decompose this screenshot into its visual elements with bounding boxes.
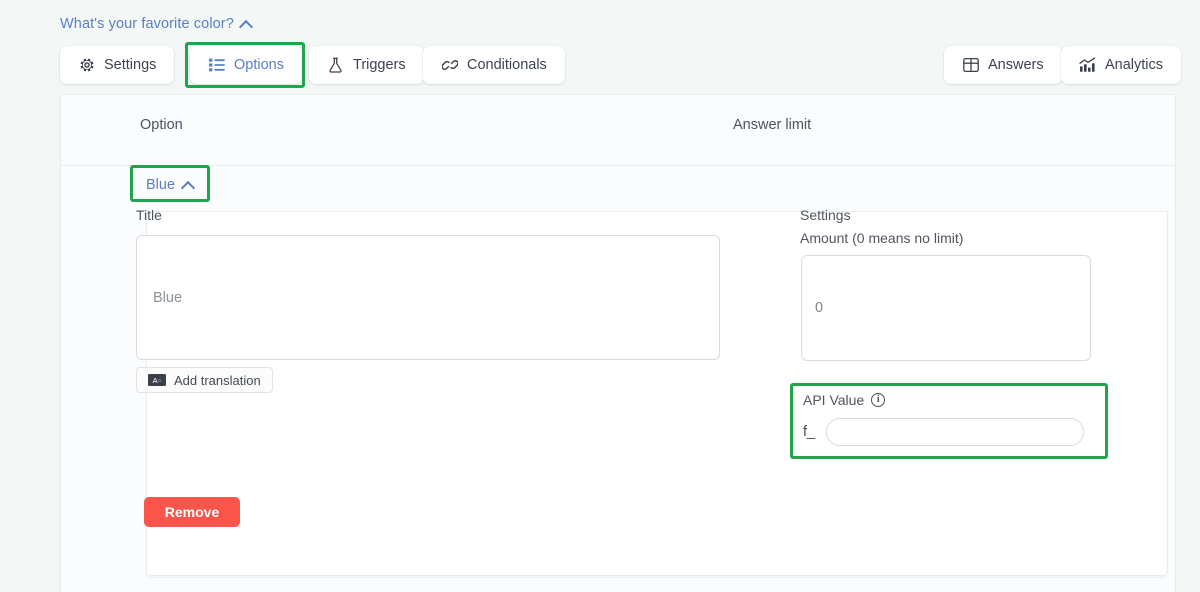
- api-value-label: API Value: [803, 392, 865, 408]
- api-value-input[interactable]: [826, 418, 1085, 446]
- tab-answers-label: Answers: [988, 57, 1044, 73]
- tab-bar: Settings Options Triggers Conditionals A…: [60, 42, 1182, 88]
- list-icon: [208, 57, 225, 74]
- tab-settings[interactable]: Settings: [60, 46, 175, 84]
- gear-icon: [78, 57, 95, 74]
- link-icon: [441, 57, 458, 74]
- tab-settings-label: Settings: [104, 57, 157, 73]
- tab-triggers-label: Triggers: [353, 57, 406, 73]
- title-input-value: Blue: [153, 289, 183, 306]
- title-label: Title: [136, 207, 162, 223]
- option-name-label: Blue: [146, 177, 176, 193]
- api-value-input-row: f_: [803, 418, 1085, 446]
- column-header-answer-limit: Answer limit: [733, 117, 812, 133]
- option-toggle-blue[interactable]: Blue: [146, 177, 194, 193]
- flask-icon: [327, 57, 344, 74]
- tab-answers[interactable]: Answers: [944, 46, 1062, 84]
- tab-conditionals[interactable]: Conditionals: [423, 46, 565, 84]
- info-icon[interactable]: i: [871, 393, 886, 407]
- amount-label: Amount (0 means no limit): [800, 230, 964, 246]
- header-divider: [61, 165, 1175, 166]
- page-title: What's your favorite color?: [60, 16, 234, 32]
- table-grid-icon: [962, 57, 979, 74]
- remove-button[interactable]: Remove: [144, 497, 240, 527]
- question-title-link[interactable]: What's your favorite color?: [60, 16, 252, 32]
- api-value-section: API Value i f_: [790, 383, 1108, 459]
- options-panel: Option Answer limit Blue Title Blue A▫ A…: [60, 94, 1176, 592]
- tab-options[interactable]: Options: [190, 46, 302, 84]
- tab-analytics-label: Analytics: [1105, 57, 1164, 73]
- api-value-prefix: f_: [803, 424, 816, 440]
- tab-conditionals-label: Conditionals: [467, 57, 547, 73]
- title-input[interactable]: Blue: [136, 235, 720, 360]
- tab-options-label: Options: [234, 57, 284, 73]
- add-translation-label: Add translation: [174, 372, 261, 388]
- settings-label: Settings: [800, 207, 851, 223]
- api-value-label-row: API Value i: [803, 392, 886, 408]
- chevron-up-icon[interactable]: [183, 180, 194, 191]
- card-top-divider: [147, 211, 1167, 212]
- app-root: What's your favorite color? Settings Opt…: [0, 0, 1200, 592]
- tab-triggers[interactable]: Triggers: [309, 46, 424, 84]
- translate-icon: A▫: [148, 374, 166, 386]
- column-header-option: Option: [140, 117, 183, 133]
- card-bottom-divider: [146, 577, 1166, 578]
- chevron-up-icon[interactable]: [241, 19, 252, 30]
- amount-input-value: 0: [815, 300, 824, 316]
- bar-chart-icon: [1079, 57, 1096, 74]
- add-translation-button[interactable]: A▫ Add translation: [136, 367, 273, 393]
- amount-input[interactable]: 0: [801, 255, 1091, 361]
- tab-analytics[interactable]: Analytics: [1061, 46, 1182, 84]
